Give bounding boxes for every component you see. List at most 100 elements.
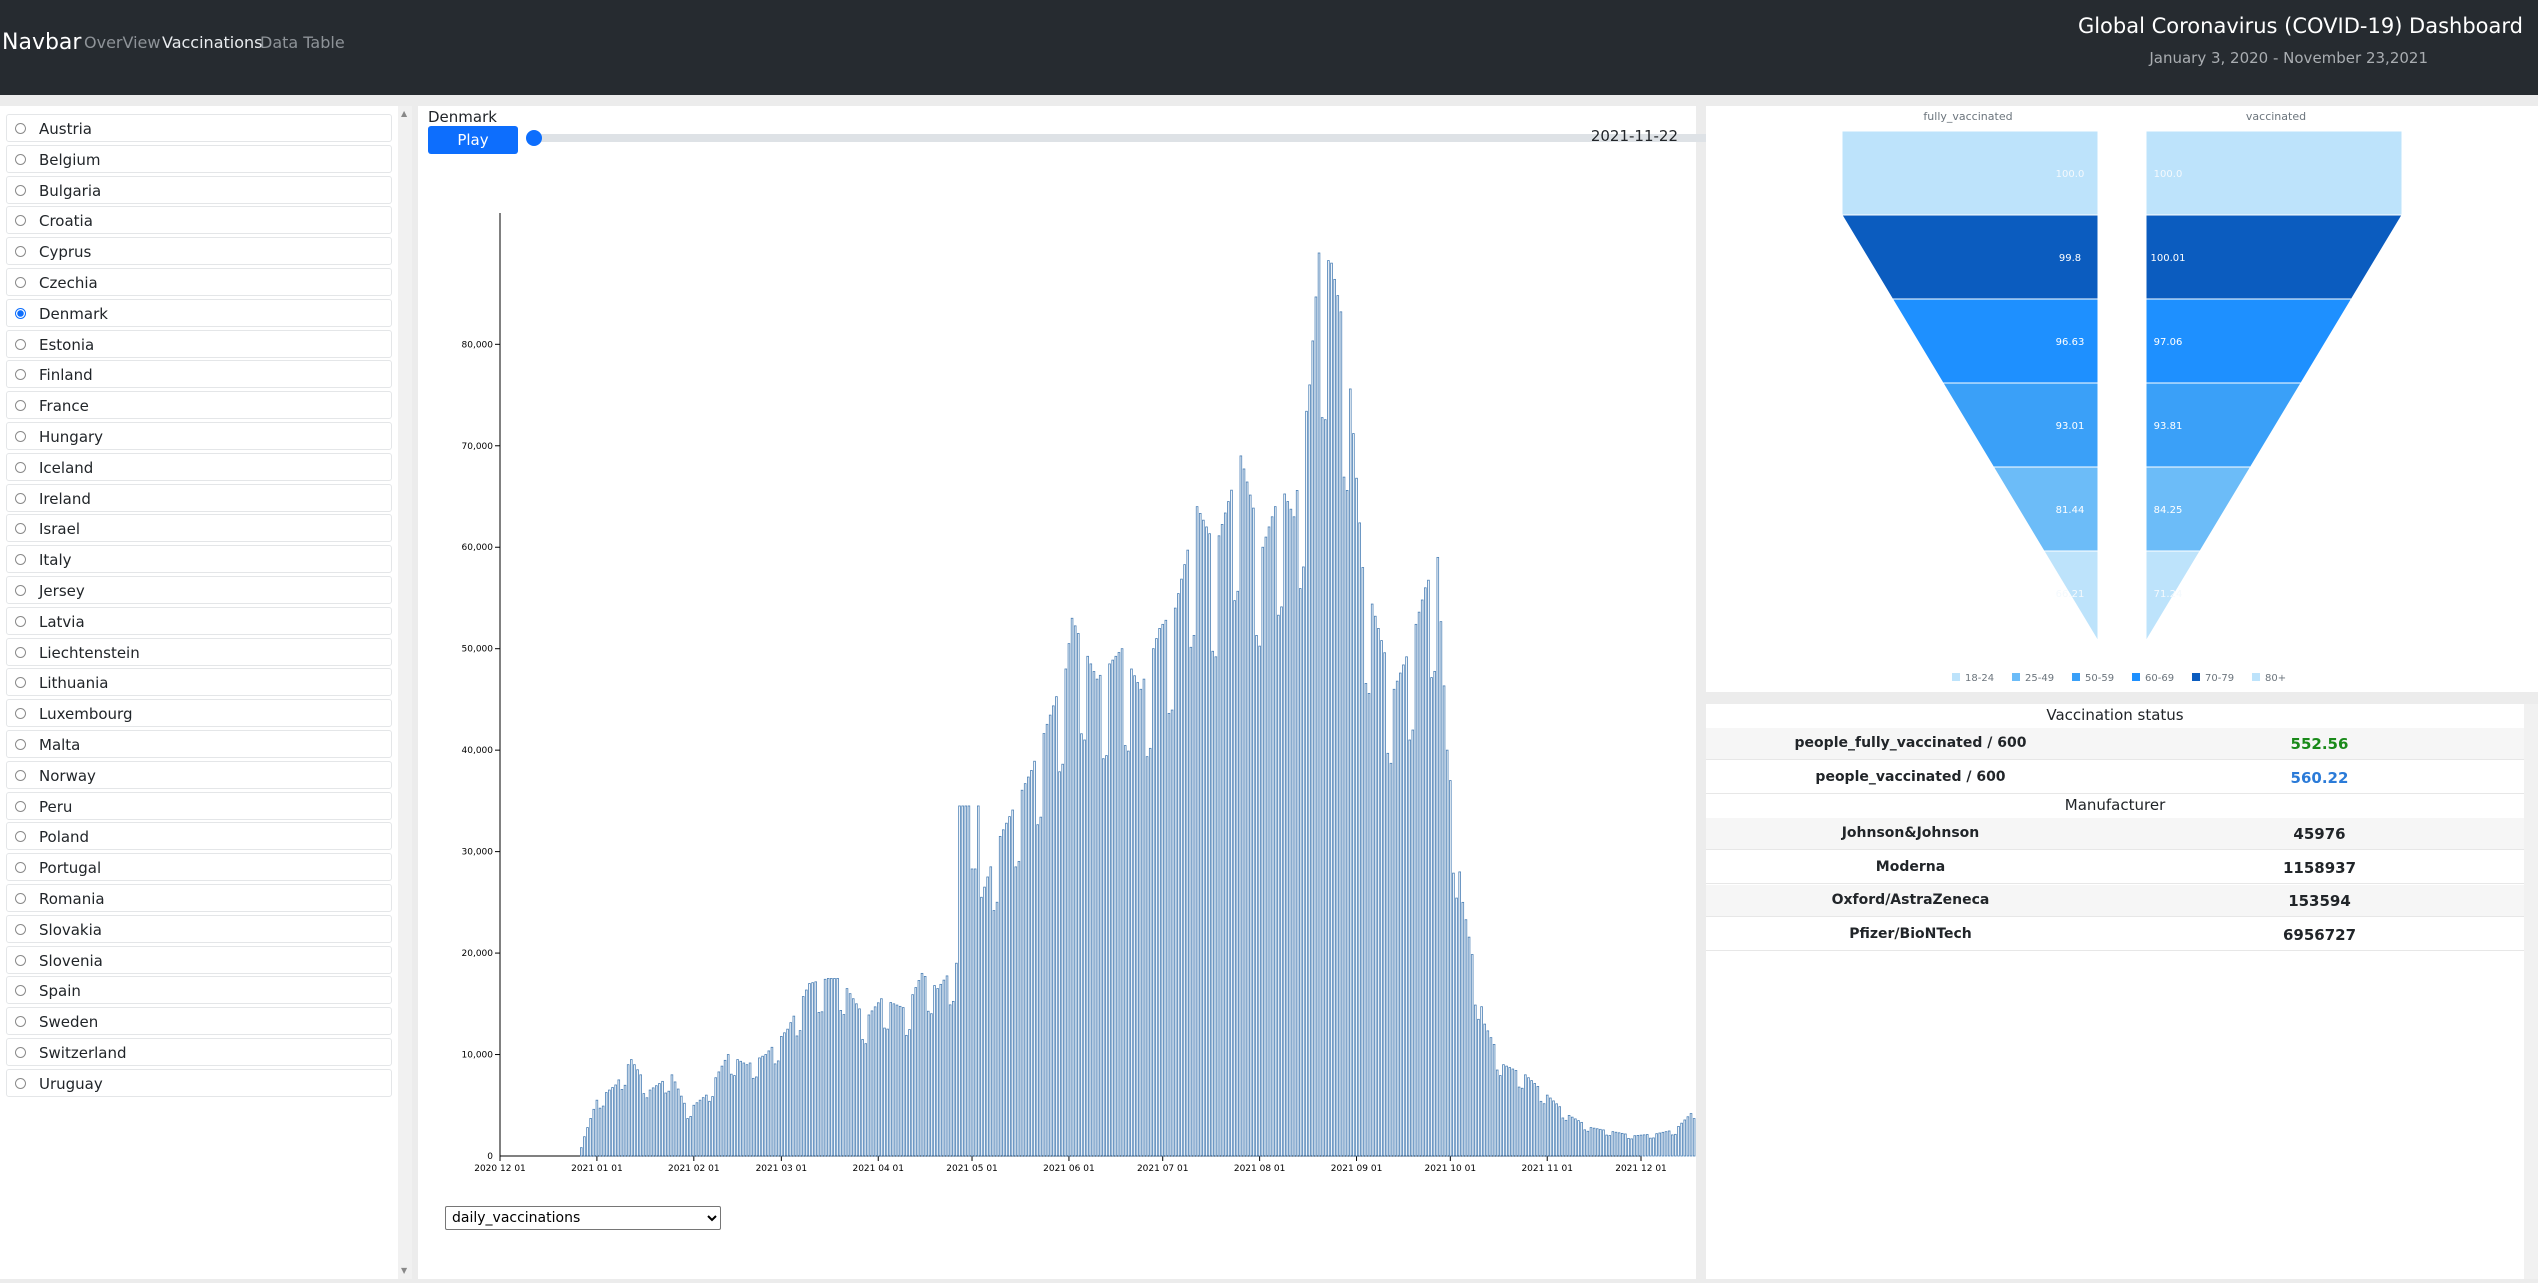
country-radio[interactable]: [15, 615, 26, 627]
country-item[interactable]: Poland: [6, 822, 392, 851]
country-radio[interactable]: [15, 892, 26, 904]
country-list-scrollbar[interactable]: ▲ ▼: [398, 106, 412, 1279]
nav-link-vaccinations[interactable]: Vaccinations: [162, 33, 262, 52]
bar: [1133, 675, 1136, 1157]
status-panel-scrollbar[interactable]: [2524, 704, 2538, 1279]
bar: [648, 1089, 652, 1157]
bar: [1089, 663, 1093, 1157]
country-item[interactable]: Slovakia: [6, 914, 392, 943]
country-radio[interactable]: [15, 523, 26, 535]
bar: [1461, 901, 1465, 1157]
scroll-up-icon[interactable]: ▲: [401, 109, 407, 118]
country-item[interactable]: Romania: [6, 883, 392, 912]
age-funnel-panel: fully_vaccinated vaccinated 100.0 100.0 99.8…: [1706, 106, 2538, 692]
country-radio[interactable]: [15, 738, 26, 750]
country-radio[interactable]: [15, 246, 26, 258]
bar: [1539, 1100, 1543, 1157]
country-item[interactable]: Italy: [6, 545, 392, 574]
country-item[interactable]: Israel: [6, 514, 392, 543]
metric-select[interactable]: daily_vaccinations: [445, 1206, 721, 1230]
country-radio[interactable]: [15, 369, 26, 381]
country-item[interactable]: Cyprus: [6, 237, 392, 266]
country-item[interactable]: Croatia: [6, 206, 392, 235]
bar: [792, 1015, 796, 1157]
country-radio[interactable]: [15, 554, 26, 566]
country-radio[interactable]: [15, 708, 26, 720]
country-radio[interactable]: [15, 400, 26, 412]
country-item[interactable]: Czechia: [6, 267, 392, 296]
country-item[interactable]: Peru: [6, 791, 392, 820]
bar: [1527, 1077, 1530, 1157]
bar: [1327, 260, 1330, 1157]
country-item[interactable]: Hungary: [6, 421, 392, 450]
country-radio[interactable]: [15, 461, 26, 473]
country-radio[interactable]: [15, 646, 26, 658]
country-radio[interactable]: [15, 492, 26, 504]
country-item[interactable]: Norway: [6, 760, 392, 789]
bar: [1608, 1135, 1611, 1157]
country-radio[interactable]: [15, 184, 26, 196]
bar: [1273, 506, 1277, 1157]
scroll-down-icon[interactable]: ▼: [401, 1266, 407, 1275]
bar: [1173, 607, 1177, 1157]
country-item[interactable]: Slovenia: [6, 945, 392, 974]
country-radio[interactable]: [15, 215, 26, 227]
country-item[interactable]: Switzerland: [6, 1037, 392, 1066]
country-item[interactable]: Uruguay: [6, 1068, 392, 1097]
country-item[interactable]: Sweden: [6, 1007, 392, 1036]
country-item[interactable]: Portugal: [6, 853, 392, 882]
country-radio[interactable]: [15, 985, 26, 997]
bar: [886, 1028, 889, 1157]
date-slider-thumb[interactable]: [526, 130, 542, 146]
country-radio[interactable]: [15, 307, 26, 319]
country-radio[interactable]: [15, 338, 26, 350]
country-item[interactable]: Malta: [6, 729, 392, 758]
bar: [1361, 567, 1365, 1157]
funnel-value-left: 81.44: [2056, 505, 2085, 516]
bar: [1542, 1103, 1546, 1157]
bar: [964, 805, 968, 1157]
nav-link-data-table[interactable]: Data Table: [260, 33, 345, 52]
bar: [1492, 1043, 1496, 1157]
country-item[interactable]: Latvia: [6, 606, 392, 635]
country-item[interactable]: Austria: [6, 114, 392, 142]
country-label: Romania: [39, 889, 105, 908]
bar: [761, 1055, 764, 1157]
country-item[interactable]: Estonia: [6, 329, 392, 358]
country-radio[interactable]: [15, 862, 26, 874]
country-radio[interactable]: [15, 954, 26, 966]
play-button[interactable]: Play: [428, 126, 518, 154]
country-item[interactable]: Belgium: [6, 144, 392, 173]
country-item[interactable]: Iceland: [6, 452, 392, 481]
country-radio[interactable]: [15, 677, 26, 689]
country-item[interactable]: Denmark: [6, 298, 392, 327]
country-radio[interactable]: [15, 1077, 26, 1089]
country-radio[interactable]: [15, 769, 26, 781]
country-radio[interactable]: [15, 1046, 26, 1058]
country-radio[interactable]: [15, 831, 26, 843]
country-radio[interactable]: [15, 276, 26, 288]
country-item[interactable]: Liechtenstein: [6, 637, 392, 666]
country-item[interactable]: Ireland: [6, 483, 392, 512]
navbar: Navbar OverView Vaccinations Data Table …: [0, 0, 2538, 95]
country-item[interactable]: Spain: [6, 976, 392, 1005]
bar: [733, 1075, 736, 1157]
country-item[interactable]: Lithuania: [6, 668, 392, 697]
navbar-brand[interactable]: Navbar: [2, 30, 81, 55]
country-radio[interactable]: [15, 430, 26, 442]
country-radio[interactable]: [15, 923, 26, 935]
country-item[interactable]: Luxembourg: [6, 699, 392, 728]
country-radio[interactable]: [15, 1016, 26, 1028]
bar: [1030, 770, 1033, 1157]
country-item[interactable]: Finland: [6, 360, 392, 389]
country-radio[interactable]: [15, 584, 26, 596]
country-item[interactable]: Bulgaria: [6, 175, 392, 204]
bar: [1449, 780, 1452, 1157]
country-radio[interactable]: [15, 123, 26, 134]
country-item[interactable]: France: [6, 391, 392, 420]
country-radio[interactable]: [15, 800, 26, 812]
country-radio[interactable]: [15, 153, 26, 165]
country-item[interactable]: Jersey: [6, 575, 392, 604]
bar: [1374, 615, 1377, 1157]
nav-link-overview[interactable]: OverView: [84, 33, 160, 52]
